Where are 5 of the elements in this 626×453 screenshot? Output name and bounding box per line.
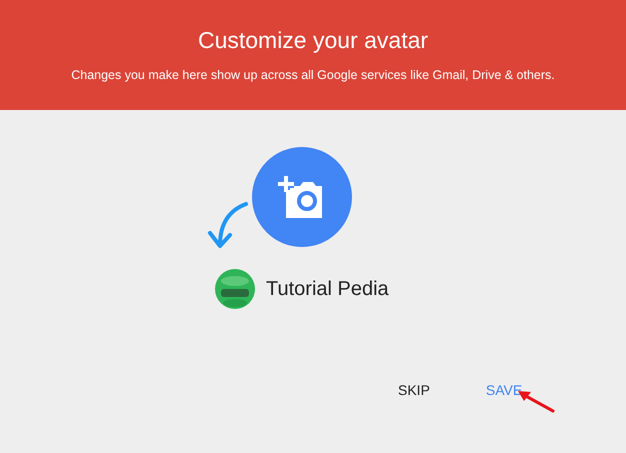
dialog-title: Customize your avatar xyxy=(198,26,428,54)
dialog-subtitle: Changes you make here show up across all Google services like Gmail, Drive & others. xyxy=(71,67,555,84)
curved-arrow-icon xyxy=(206,201,248,249)
profile-name: Tutorial Pedia xyxy=(266,277,389,302)
skip-button[interactable]: SKIP xyxy=(384,372,444,409)
